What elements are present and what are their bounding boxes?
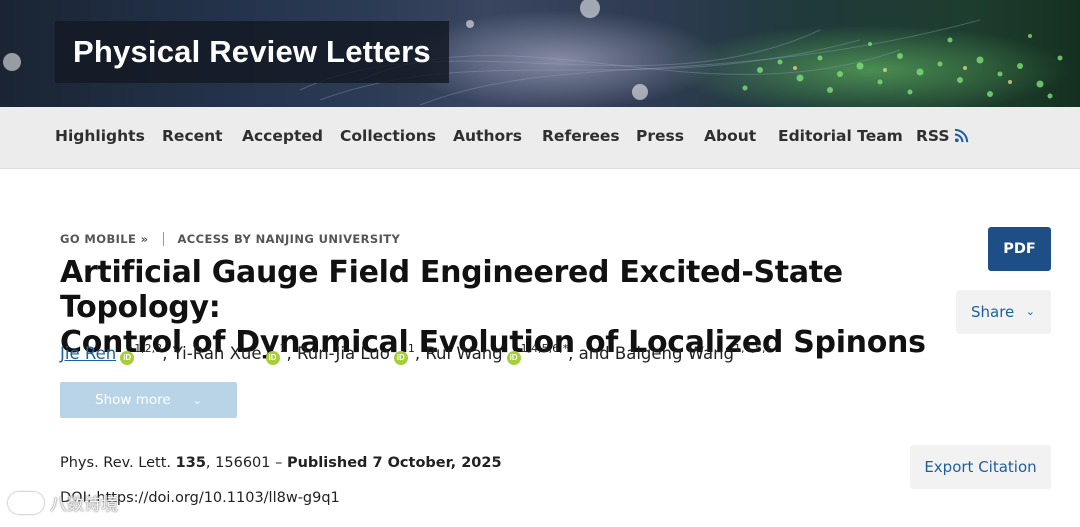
citation-volume: 135 <box>175 455 206 471</box>
nav-authors[interactable]: Authors <box>453 127 522 145</box>
nav-referees[interactable]: Referees <box>542 127 620 145</box>
nav-collections[interactable]: Collections <box>340 127 436 145</box>
nav-rss-label: RSS <box>916 127 950 145</box>
nav-highlights[interactable]: Highlights <box>55 127 145 145</box>
share-label: Share <box>971 303 1015 321</box>
orcid-icon[interactable]: iD <box>393 351 408 365</box>
access-by-institution: ACCESS BY NANJING UNIVERSITY <box>177 232 401 246</box>
nav-editorial-team[interactable]: Editorial Team <box>778 127 903 145</box>
author-affiliation: 1 <box>407 342 415 355</box>
author-affiliation: 1,4,5,† <box>734 342 772 355</box>
author-affiliation: 1,2,3 <box>134 342 163 355</box>
show-more-button[interactable]: Show more ⌄ <box>60 382 237 418</box>
rss-icon <box>954 128 968 143</box>
orcid-icon[interactable]: iD <box>265 351 280 365</box>
watermark-logo-icon <box>8 492 44 514</box>
pdf-button[interactable]: PDF <box>988 227 1051 271</box>
journal-title[interactable]: Physical Review Letters <box>55 21 449 83</box>
watermark-text: 八数诗境 <box>50 495 118 515</box>
meta-divider <box>162 232 164 246</box>
article-title-line1: Artificial Gauge Field Engineered Excite… <box>60 255 843 325</box>
author-name: Rui Wang <box>425 344 503 363</box>
journal-banner: Physical Review Letters <box>0 0 1080 107</box>
nav-rss[interactable]: RSS <box>916 127 969 145</box>
author-affiliation: 1 <box>279 342 287 355</box>
citation-article-number: , 156601 – <box>205 455 287 471</box>
citation-published-date: Published 7 October, 2025 <box>286 455 502 471</box>
citation-line: Phys. Rev. Lett. 135, 156601 – Published… <box>60 455 502 471</box>
citation-journal: Phys. Rev. Lett. <box>60 455 172 471</box>
orcid-icon[interactable]: iD <box>506 351 521 365</box>
chevron-down-icon: ⌄ <box>192 394 202 407</box>
nav-accepted[interactable]: Accepted <box>242 127 323 145</box>
author-list: Jie Ren iD1,2,3, Yi-Ran Xue iD1, Run-Jia L… <box>60 342 771 365</box>
author-name: Baigeng Wang <box>614 344 735 363</box>
author-name[interactable]: Jie Ren <box>60 344 116 363</box>
author-separator: , <box>286 344 298 363</box>
nav-press[interactable]: Press <box>636 127 684 145</box>
author-name: Run-Jia Luo <box>297 344 390 363</box>
show-more-label: Show more <box>95 392 171 408</box>
share-button[interactable]: Share ⌄ <box>956 290 1051 334</box>
main-nav: Highlights Recent Accepted Collections A… <box>0 107 1080 169</box>
nav-about[interactable]: About <box>704 127 756 145</box>
author-name: Yi-Ran Xue <box>172 344 262 363</box>
meta-line: GO MOBILE » ACCESS BY NANJING UNIVERSITY <box>60 232 400 246</box>
export-citation-button[interactable]: Export Citation <box>910 445 1051 489</box>
watermark: 八数诗境 <box>8 490 118 515</box>
author-affiliation: 1,4,5,6,* <box>520 342 569 355</box>
author-separator: , and <box>568 344 615 363</box>
chevron-down-icon: ⌄ <box>1025 305 1035 318</box>
orcid-icon[interactable]: iD <box>120 351 135 365</box>
author-separator: , <box>414 344 426 363</box>
nav-recent[interactable]: Recent <box>162 127 223 145</box>
author-separator: , <box>162 344 173 363</box>
go-mobile-link[interactable]: GO MOBILE » <box>60 232 149 246</box>
